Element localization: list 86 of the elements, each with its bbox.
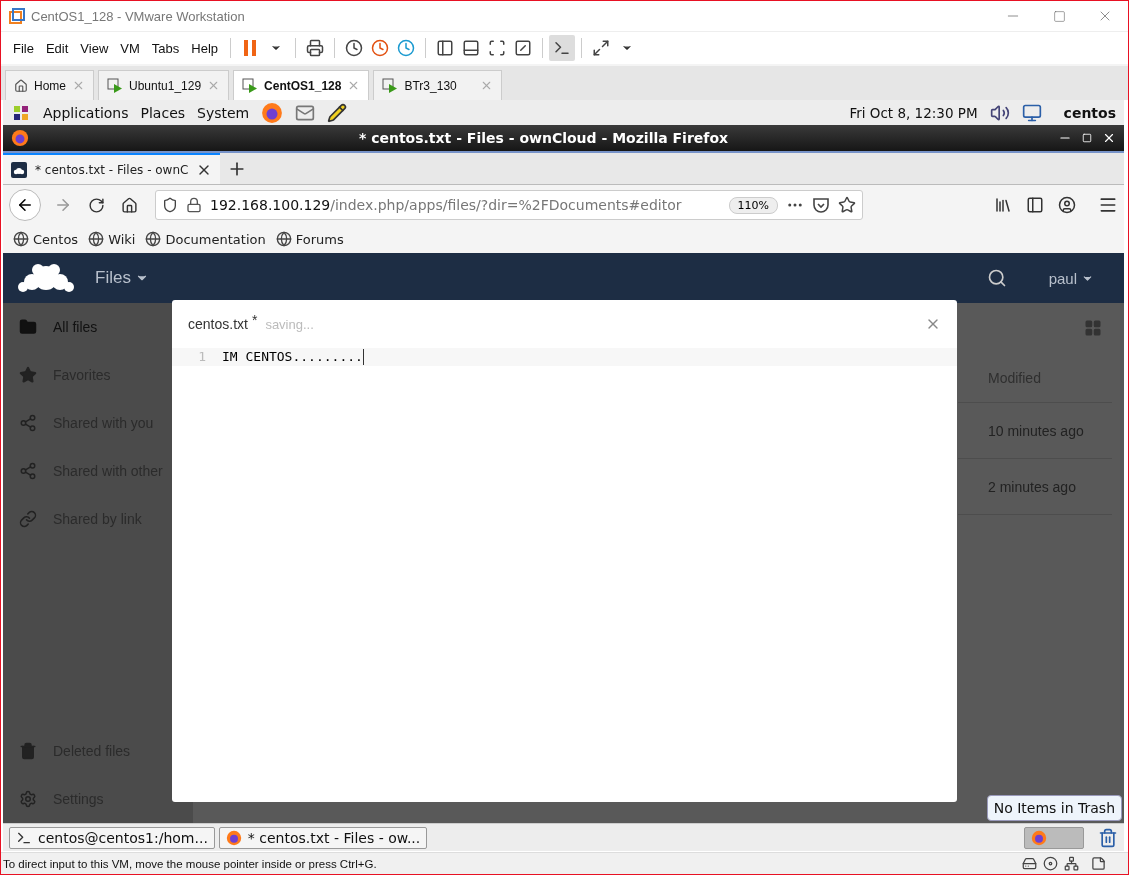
library-icon[interactable]: [994, 196, 1012, 214]
fullscreen-icon[interactable]: [488, 39, 507, 57]
panel-menu[interactable]: System: [197, 104, 250, 121]
bookmark-star-icon[interactable]: [838, 196, 856, 214]
cd-icon[interactable]: [1043, 856, 1058, 871]
globe-icon[interactable]: [145, 231, 162, 247]
folder-icon: [19, 318, 37, 336]
share-icon: [19, 462, 37, 480]
trash-icon: [19, 742, 37, 760]
settings-icon: [19, 790, 37, 808]
menu-item[interactable]: Edit: [39, 40, 75, 56]
pocket-icon[interactable]: [812, 196, 830, 214]
vm-tab[interactable]: Ubuntu1_129: [98, 70, 230, 100]
panel-clock[interactable]: Fri Oct 8, 12:30 PM: [849, 104, 978, 121]
menu-item[interactable]: File: [7, 40, 40, 56]
panel-user[interactable]: centos: [1063, 104, 1116, 121]
vm-icon: [242, 77, 259, 94]
star-icon: [19, 366, 37, 384]
clock-icon[interactable]: [345, 39, 364, 57]
panel-menu[interactable]: Places: [140, 104, 186, 121]
cloud-logo-icon: [17, 261, 75, 295]
menu-icon[interactable]: [1098, 195, 1118, 215]
reload-icon[interactable]: [88, 196, 105, 214]
sidebar-icon[interactable]: [1026, 196, 1044, 214]
bookmark[interactable]: Centos: [33, 231, 79, 247]
terminal-icon: [553, 39, 572, 57]
volume-icon[interactable]: [989, 102, 1010, 123]
vm-icon: [382, 77, 399, 94]
home-icon[interactable]: [121, 196, 138, 214]
line-number: 1: [172, 348, 222, 366]
browser-window-title: * centos.txt - Files - ownCloud - Mozilla Firefox: [357, 130, 730, 146]
status-text: To direct input to this VM, move the mouse pointer inside or press Ctrl+G.: [3, 857, 377, 870]
window-title: CentOS1_128 - VMware Workstation: [31, 8, 245, 24]
workspace-switcher[interactable]: [1024, 826, 1084, 849]
app-logo-icon: [9, 8, 25, 24]
pause-icon[interactable]: [243, 39, 258, 57]
tooltip: No Items in Trash: [986, 795, 1122, 821]
unsaved-mark: *: [251, 312, 258, 328]
share-icon: [19, 414, 37, 432]
insecure-lock-icon: [186, 197, 202, 213]
globe-icon[interactable]: [13, 231, 29, 247]
firefox-icon: [11, 129, 29, 147]
vm-tab[interactable]: Home: [5, 70, 94, 100]
bookmark[interactable]: Wiki: [108, 231, 136, 247]
account-icon[interactable]: [1058, 196, 1076, 214]
menu-item[interactable]: VM: [114, 40, 146, 56]
firefox-icon: [1031, 829, 1047, 846]
vm-tab[interactable]: CentOS1_128: [233, 70, 370, 100]
vm-tab[interactable]: BTr3_130: [373, 70, 503, 100]
url-text: 192.168.100.129/index.php/apps/files/?dir=%2FDocuments#editor: [210, 197, 682, 213]
globe-icon[interactable]: [275, 231, 292, 247]
menu-item[interactable]: View: [74, 40, 115, 56]
stretch-icon[interactable]: [592, 39, 611, 57]
code-line[interactable]: IM CENTOS.........: [222, 348, 363, 366]
back-button[interactable]: [9, 189, 41, 221]
app-menu[interactable]: Files: [95, 268, 131, 288]
cloud-icon: [11, 161, 27, 178]
firefox-icon: [225, 829, 242, 846]
user-menu[interactable]: paul: [1048, 269, 1077, 287]
close-button[interactable]: [1102, 131, 1116, 145]
taskbar-button[interactable]: * centos.txt - Files - ow...: [218, 826, 428, 849]
search-icon[interactable]: [986, 268, 1007, 288]
bookmark[interactable]: Forums: [295, 231, 344, 247]
save-status: saving...: [265, 316, 314, 332]
taskbar-button[interactable]: centos@centos1:/hom...: [9, 826, 215, 849]
link-icon: [19, 510, 37, 528]
address-bar[interactable]: 192.168.100.129/index.php/apps/files/?dir=%2FDocuments#editor 110%: [155, 190, 863, 220]
menu-item[interactable]: Help: [185, 40, 225, 56]
maximize-button[interactable]: [1082, 133, 1092, 143]
file-name: centos.txt: [188, 316, 248, 332]
shield-icon: [162, 197, 178, 213]
browser-tab[interactable]: * centos.txt - Files - ownC: [3, 153, 221, 184]
trash-icon[interactable]: [1098, 827, 1118, 848]
bookmark[interactable]: Documentation: [165, 231, 266, 247]
network-adapter-icon[interactable]: [1064, 856, 1079, 871]
console-button[interactable]: [549, 35, 576, 61]
home-icon: [14, 78, 28, 93]
panel-menu[interactable]: Applications: [43, 104, 129, 121]
text-cursor: [362, 349, 364, 365]
menu-item[interactable]: Tabs: [145, 40, 186, 56]
vm-icon: [107, 77, 123, 94]
zoom-level[interactable]: 110%: [728, 196, 778, 214]
firefox-icon: [261, 101, 284, 124]
globe-icon[interactable]: [88, 231, 105, 247]
thumbnail-view-icon[interactable]: [462, 39, 481, 57]
sidebar-view-icon[interactable]: [436, 39, 455, 57]
